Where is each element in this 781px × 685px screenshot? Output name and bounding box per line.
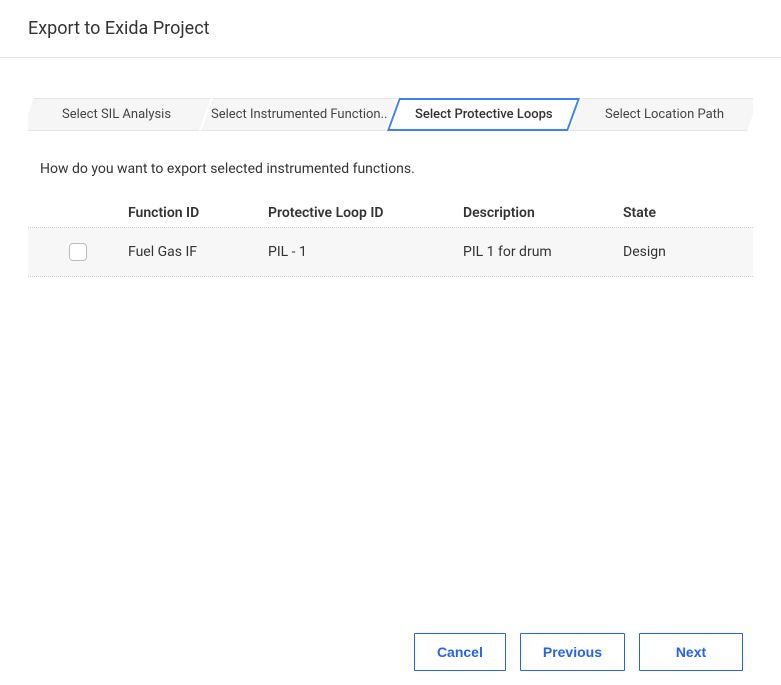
previous-button[interactable]: Previous xyxy=(520,633,625,671)
header-description: Description xyxy=(463,205,623,221)
dialog-header: Export to Exida Project xyxy=(0,0,781,58)
table-row: Fuel Gas IF PIL - 1 PIL 1 for drum Desig… xyxy=(28,228,753,276)
cancel-button[interactable]: Cancel xyxy=(414,633,506,671)
step-label: Select Location Path xyxy=(601,107,728,122)
step-select-instrumented-function[interactable]: Select Instrumented Function.. xyxy=(201,98,397,131)
step-select-protective-loops[interactable]: Select Protective Loops xyxy=(387,98,580,131)
page-title: Export to Exida Project xyxy=(28,18,753,39)
wizard-steps: Select SIL Analysis Select Instrumented … xyxy=(28,98,753,131)
table-header-row: Function ID Protective Loop ID Descripti… xyxy=(28,199,753,228)
cell-protective-loop-id: PIL - 1 xyxy=(268,244,463,260)
next-button[interactable]: Next xyxy=(639,633,743,671)
cell-state: Design xyxy=(623,244,753,260)
row-checkbox[interactable] xyxy=(69,243,87,261)
protective-loops-table: Function ID Protective Loop ID Descripti… xyxy=(28,199,753,277)
dialog-content: Select SIL Analysis Select Instrumented … xyxy=(0,58,781,277)
step-select-sil-analysis[interactable]: Select SIL Analysis xyxy=(28,98,211,131)
step-label: Select Instrumented Function.. xyxy=(207,107,391,122)
header-protective-loop-id: Protective Loop ID xyxy=(268,205,463,221)
header-state: State xyxy=(623,205,753,221)
row-checkbox-cell xyxy=(28,243,128,261)
cell-function-id: Fuel Gas IF xyxy=(128,244,268,260)
step-select-location-path[interactable]: Select Location Path xyxy=(570,98,753,131)
header-function-id: Function ID xyxy=(128,205,268,221)
step-label: Select Protective Loops xyxy=(411,107,557,122)
export-prompt: How do you want to export selected instr… xyxy=(28,161,753,177)
dialog-footer: Cancel Previous Next xyxy=(414,633,743,671)
cell-description: PIL 1 for drum xyxy=(463,244,623,260)
step-label: Select SIL Analysis xyxy=(58,107,175,122)
